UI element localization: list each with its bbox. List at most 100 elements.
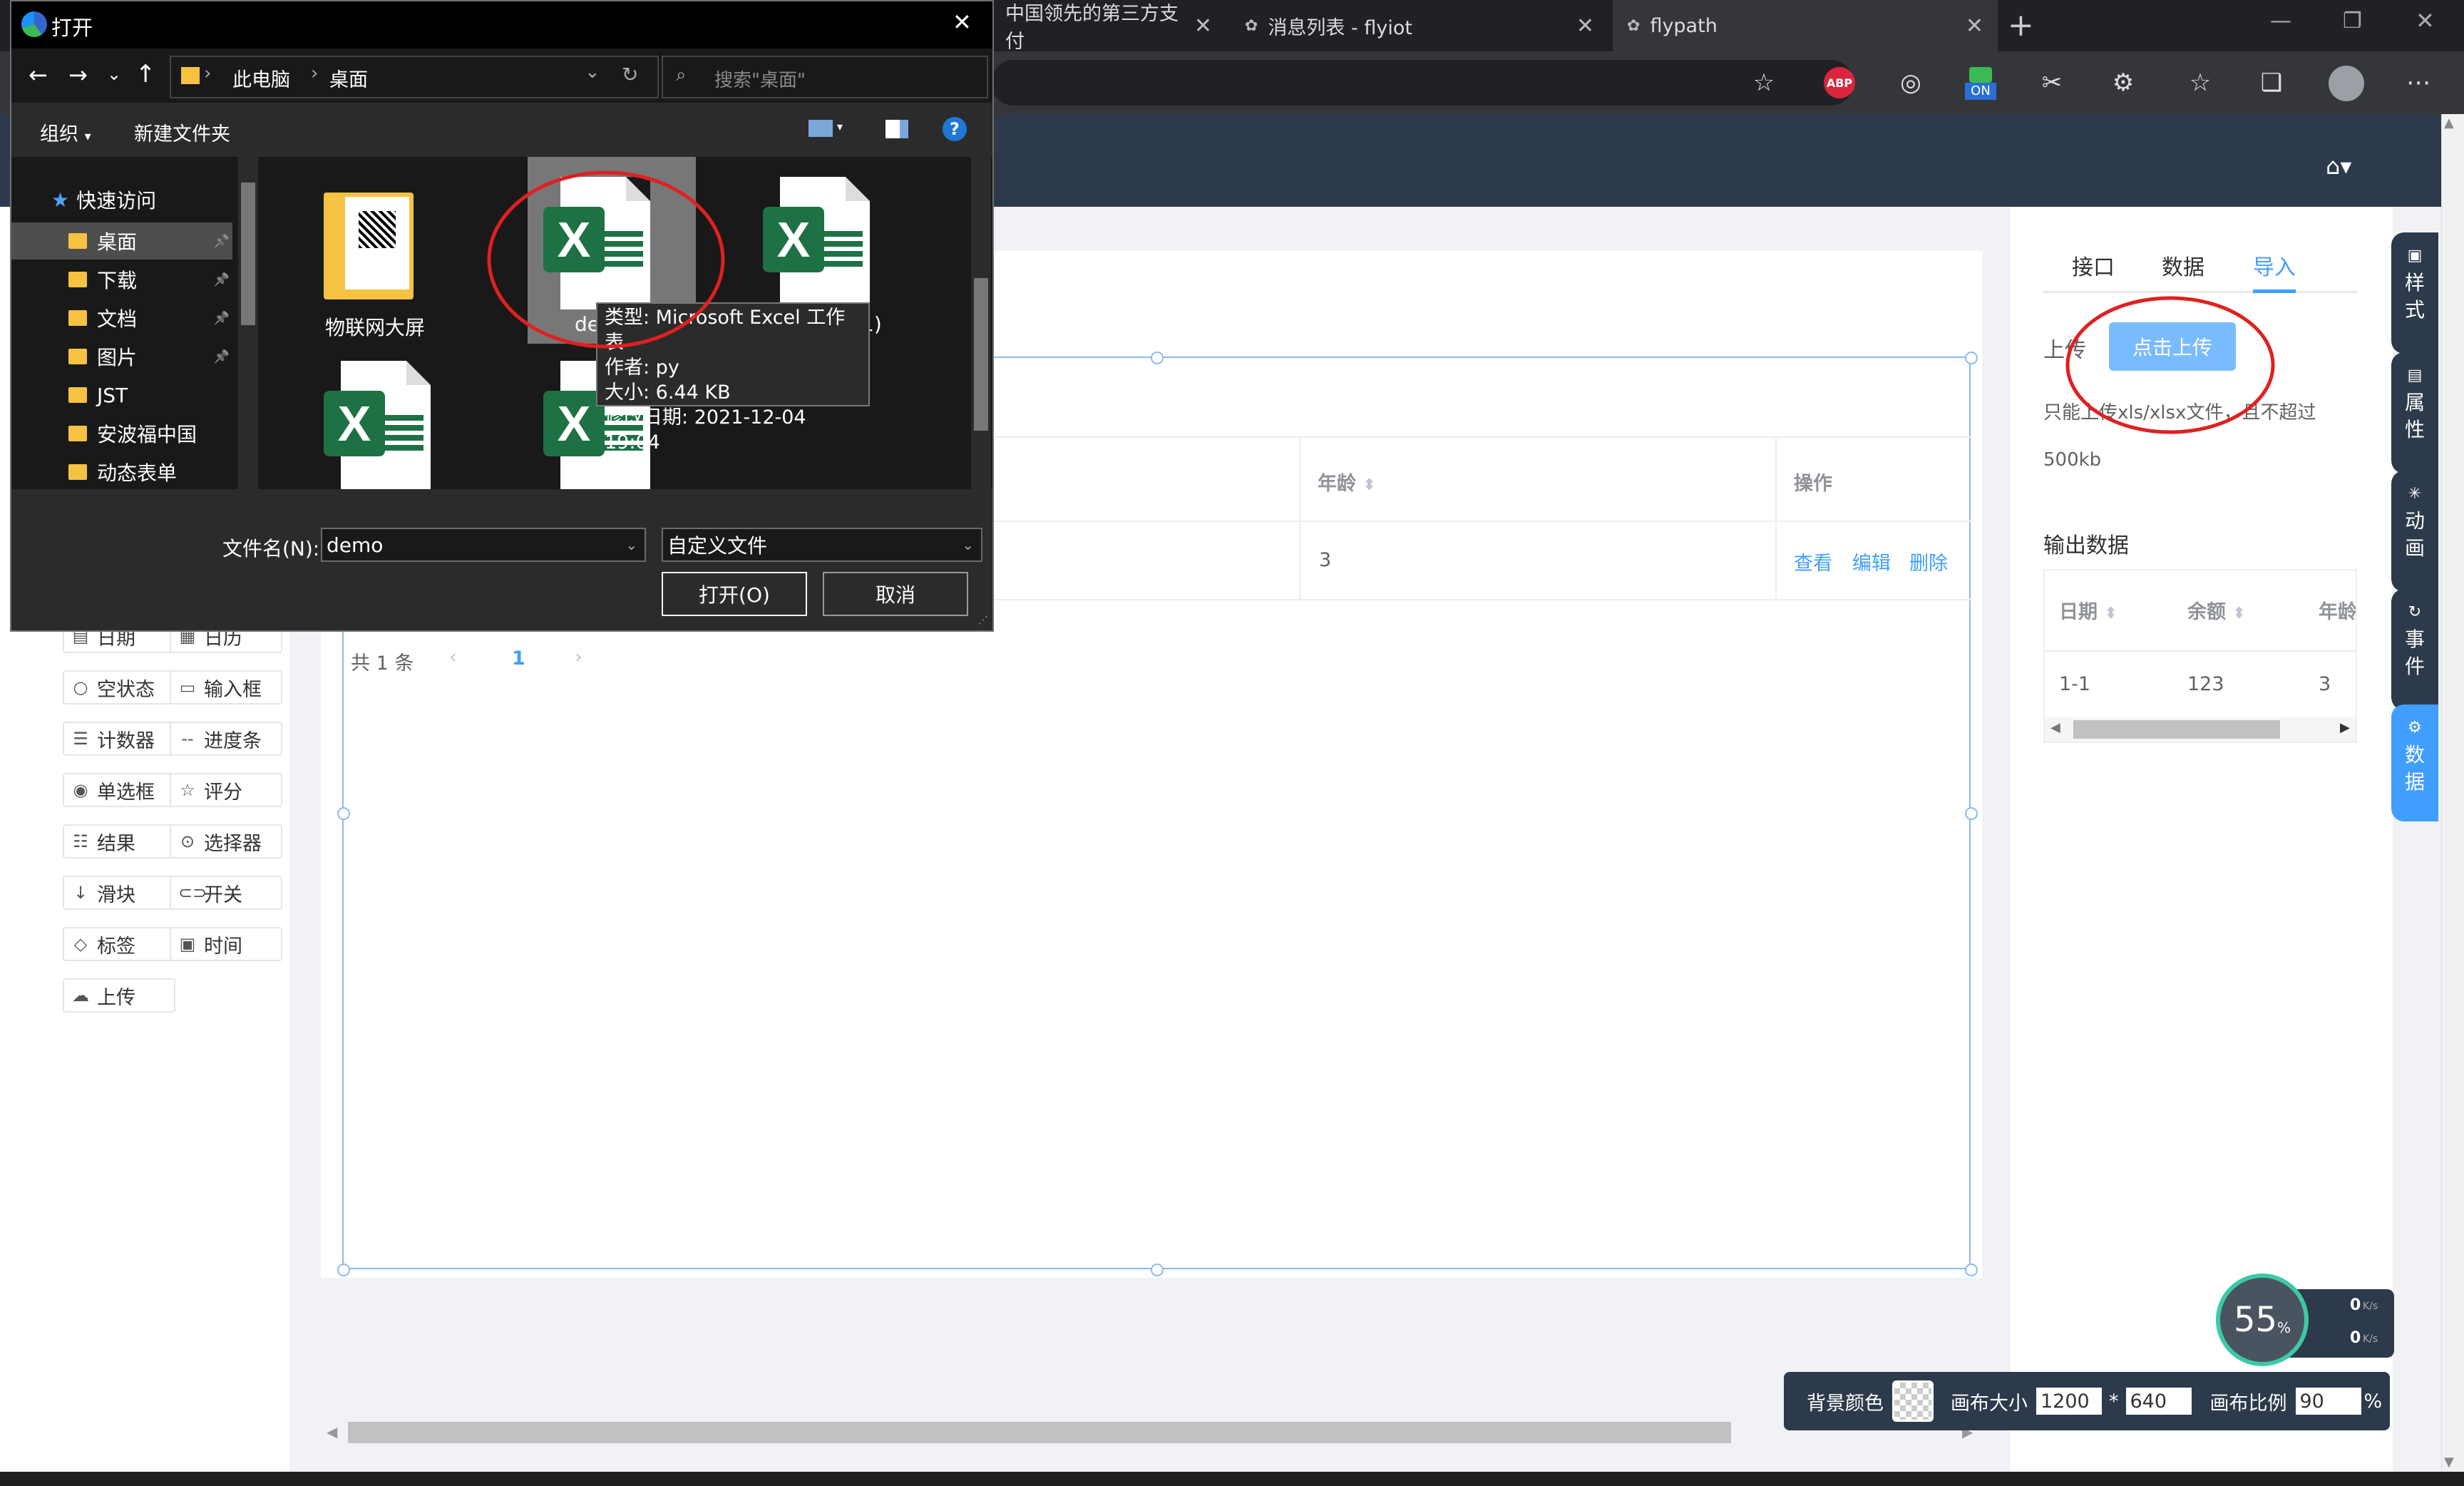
nav-item[interactable]: 安波福中国 <box>11 415 232 452</box>
palette-item[interactable]: -- 进度条 <box>170 722 282 756</box>
breadcrumb-desktop[interactable]: 桌面 <box>329 64 368 92</box>
folder-item[interactable] <box>324 178 421 307</box>
canvas-hscroll-thumb[interactable] <box>348 1422 1731 1443</box>
chevron-down-icon[interactable]: ⌄ <box>962 536 974 553</box>
favorites-icon[interactable]: ☆ <box>2183 66 2217 100</box>
pin-icon[interactable]: 📌 <box>214 311 230 326</box>
side-tab-attr[interactable]: ▤ 属性 <box>2391 352 2438 473</box>
nav-scrollbar[interactable] <box>238 157 258 489</box>
palette-item[interactable]: ▭ 输入框 <box>170 670 282 704</box>
profile-avatar[interactable] <box>2329 66 2364 101</box>
help-icon[interactable]: ? <box>943 117 967 141</box>
tab-import[interactable]: 导入 <box>2253 250 2296 281</box>
address-bar[interactable] <box>991 60 1854 106</box>
nav-item[interactable]: 动态表单 <box>11 454 232 491</box>
canvas-scale-input[interactable]: 90 <box>2295 1388 2361 1415</box>
close-icon[interactable]: ✕ <box>1194 14 1212 39</box>
path-box[interactable]: › 此电脑 › 桌面 ⌄ ↻ <box>170 56 659 98</box>
organize-menu[interactable]: 组织 ▾ <box>40 118 91 146</box>
close-icon[interactable]: ✕ <box>1576 14 1594 39</box>
browser-tab-active[interactable]: ✿ flypath ✕ <box>1613 0 1998 51</box>
new-folder-button[interactable]: 新建文件夹 <box>134 118 230 146</box>
more-menu-icon[interactable]: ⋯ <box>2401 66 2435 100</box>
file-type-select[interactable]: 自定义文件 ⌄ <box>662 528 982 562</box>
nav-scroll-thumb[interactable] <box>241 183 255 325</box>
page-vscroll[interactable] <box>2441 114 2464 1472</box>
file-scrollbar[interactable] <box>971 157 991 489</box>
browser-tab[interactable]: 中国领先的第三方支付 ✕ <box>991 0 1226 53</box>
canvas-height-input[interactable]: 640 <box>2125 1388 2192 1415</box>
extensions-icon[interactable]: ⚙ <box>2106 66 2140 100</box>
resize-handle[interactable] <box>1965 807 1978 820</box>
palette-item[interactable]: ☷ 结果 <box>63 824 175 859</box>
close-icon[interactable]: ✕ <box>1966 14 1983 39</box>
sort-icon[interactable]: ⬍ <box>1362 476 1375 494</box>
adblock-icon[interactable]: ABP <box>1824 67 1855 98</box>
preview-pane-icon[interactable] <box>885 120 908 138</box>
output-header-balance[interactable]: 余额 ⬍ <box>2187 596 2246 624</box>
minimize-icon[interactable]: — <box>2270 9 2291 34</box>
palette-item[interactable]: ☁ 上传 <box>63 978 175 1013</box>
upload-button[interactable]: 点击上传 <box>2109 322 2236 371</box>
prev-page-icon[interactable]: ‹ <box>449 646 457 668</box>
nav-item[interactable]: 桌面 📌 <box>11 222 232 260</box>
palette-item[interactable]: ○ 空状态 <box>63 670 175 704</box>
extension-swirl-icon[interactable]: ◎ <box>1894 66 1928 100</box>
palette-item[interactable]: ⊙ 选择器 <box>170 824 282 859</box>
search-box[interactable]: ⌕ 搜索"桌面" <box>662 56 988 98</box>
excel-file-icon[interactable]: X <box>324 361 431 496</box>
pin-icon[interactable]: 📌 <box>214 234 230 249</box>
caret-icon[interactable]: ▾ <box>837 120 843 133</box>
resize-handle[interactable] <box>337 1264 350 1276</box>
scroll-right-icon[interactable]: ▶ <box>2340 720 2350 735</box>
cancel-button[interactable]: 取消 <box>823 572 968 616</box>
restore-icon[interactable]: ❐ <box>2343 9 2362 34</box>
scroll-down-icon[interactable]: ▼ <box>2444 1455 2454 1470</box>
scroll-left-icon[interactable]: ◀ <box>327 1423 337 1440</box>
output-hscroll-thumb[interactable] <box>2073 720 2280 739</box>
side-tab-event[interactable]: ↻ 事件 <box>2391 589 2438 710</box>
sort-icon[interactable]: ⬍ <box>2104 605 2117 622</box>
file-scroll-thumb[interactable] <box>974 278 988 431</box>
nav-item[interactable]: JST <box>11 376 232 414</box>
dialog-close-icon[interactable]: ✕ <box>953 9 972 36</box>
palette-item[interactable]: ◉ 单选框 <box>63 773 175 807</box>
home-menu-icon[interactable]: ⌂▾ <box>2326 153 2351 180</box>
palette-item[interactable]: ◇ 标签 <box>63 927 175 961</box>
chevron-down-icon[interactable]: ⌄ <box>625 536 637 553</box>
pin-icon[interactable]: 📌 <box>214 272 230 287</box>
refresh-icon[interactable]: ↻ <box>622 63 638 86</box>
edit-link[interactable]: 编辑 <box>1852 548 1891 575</box>
palette-item[interactable]: ☰ 计数器 <box>63 722 175 756</box>
palette-item[interactable]: ⊂⊃ 开关 <box>170 876 282 910</box>
nav-item[interactable]: 下载 📌 <box>11 261 232 298</box>
view-options-icon[interactable] <box>808 120 833 137</box>
favorite-add-icon[interactable]: ☆ <box>1747 66 1781 100</box>
side-tab-style[interactable]: ▣ 样式 <box>2391 232 2438 354</box>
palette-item[interactable]: ▣ 时间 <box>170 927 282 961</box>
collections-icon[interactable]: ❏ <box>2254 66 2289 100</box>
browser-tab[interactable]: ✿ 消息列表 - flyiot ✕ <box>1231 0 1608 51</box>
resize-handle[interactable] <box>1965 352 1978 364</box>
next-page-icon[interactable]: › <box>575 646 582 668</box>
quick-access[interactable]: ★ 快速访问 <box>51 185 156 214</box>
scroll-left-icon[interactable]: ◀ <box>2050 720 2060 735</box>
delete-link[interactable]: 删除 <box>1909 548 1948 575</box>
sort-icon[interactable]: ⬍ <box>2232 605 2245 622</box>
tab-data[interactable]: 数据 <box>2162 250 2204 281</box>
open-button[interactable]: 打开(O) <box>662 572 807 616</box>
cpu-gauge[interactable]: 55% <box>2216 1274 2309 1366</box>
scroll-up-icon[interactable]: ▲ <box>2444 116 2454 130</box>
close-window-icon[interactable]: ✕ <box>2416 7 2435 34</box>
extension-on-icon[interactable]: ON <box>1965 67 1996 103</box>
excel-file-icon[interactable]: X <box>543 177 650 312</box>
nav-item[interactable]: 图片 📌 <box>11 338 232 375</box>
path-dropdown-icon[interactable]: ⌄ <box>585 61 600 83</box>
resize-handle[interactable] <box>337 807 350 820</box>
scissors-icon[interactable]: ✂ <box>2035 66 2069 100</box>
resize-handle[interactable] <box>1965 1264 1978 1276</box>
resize-handle[interactable] <box>1151 352 1164 364</box>
back-icon[interactable]: ← <box>29 61 48 88</box>
up-icon[interactable]: ↑ <box>135 60 156 88</box>
new-tab-button[interactable]: + <box>2008 7 2034 43</box>
